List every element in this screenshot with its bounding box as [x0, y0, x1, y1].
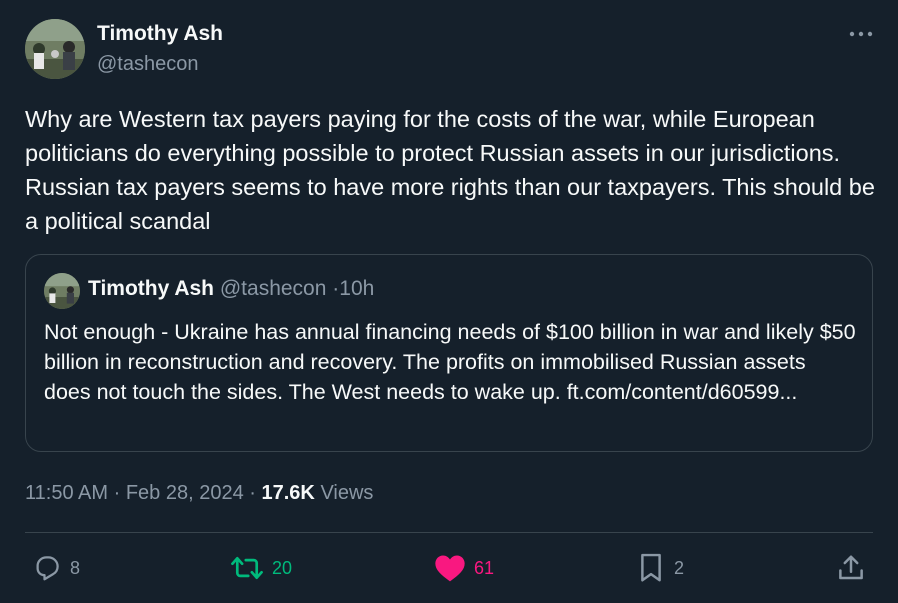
retweet-icon — [231, 556, 263, 580]
meta-separator: · — [113, 482, 121, 504]
quote-time: 10h — [339, 277, 375, 300]
share-button[interactable] — [836, 551, 866, 585]
reply-button[interactable]: 8 — [32, 551, 80, 585]
avatar-image-icon — [44, 273, 80, 309]
bookmark-button[interactable]: 2 — [636, 551, 684, 585]
author-avatar[interactable] — [25, 19, 85, 79]
tweet-date[interactable]: Feb 28, 2024 — [126, 482, 244, 504]
bookmark-icon — [641, 553, 661, 582]
reply-icon — [36, 556, 59, 581]
tweet-meta: 11:50 AM · Feb 28, 2024 · 17.6K Views — [25, 482, 373, 505]
quote-author-handle: @tashecon — [219, 277, 327, 300]
meta-separator: · — [249, 482, 256, 504]
tweet-time[interactable]: 11:50 AM — [25, 482, 108, 504]
quote-author-name: Timothy Ash — [88, 277, 215, 300]
retweet-count: 20 — [272, 557, 293, 578]
tweet: Timothy Ash @tashecon Why are Western ta… — [0, 0, 898, 603]
quoted-tweet[interactable]: Timothy Ash @tashecon ·10h Not enough - … — [25, 254, 873, 452]
tweet-text: Why are Western tax payers paying for th… — [25, 106, 875, 234]
views-count: 17.6K — [261, 482, 315, 504]
quote-text: Not enough - Ukraine has annual financin… — [44, 320, 856, 404]
retweet-button[interactable]: 20 — [230, 551, 292, 585]
heart-icon — [435, 555, 465, 582]
divider — [25, 532, 873, 533]
more-icon — [849, 31, 873, 37]
author-handle[interactable]: @tashecon — [97, 53, 198, 76]
like-count: 61 — [474, 557, 495, 578]
more-options-button[interactable] — [846, 22, 876, 46]
quote-header: Timothy Ash @tashecon ·10h — [88, 277, 374, 301]
reply-count: 8 — [70, 557, 81, 578]
avatar-image-icon — [25, 19, 85, 79]
share-icon — [839, 555, 863, 580]
quote-avatar[interactable] — [44, 273, 80, 309]
views-label: Views — [320, 482, 374, 504]
author-name[interactable]: Timothy Ash — [97, 22, 223, 46]
bookmark-count: 2 — [674, 557, 685, 578]
like-button[interactable]: 61 — [434, 551, 494, 585]
